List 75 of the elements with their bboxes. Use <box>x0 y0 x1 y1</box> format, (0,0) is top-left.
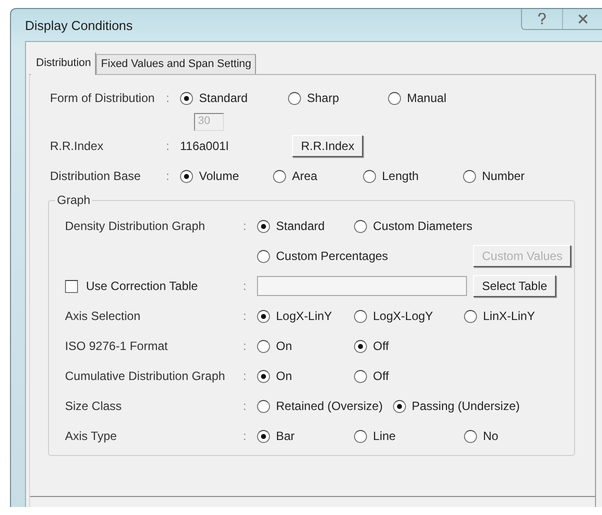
window-title: Display Conditions <box>25 18 133 32</box>
radio-button[interactable] <box>257 340 270 352</box>
radio-button[interactable] <box>257 400 270 412</box>
radio-option[interactable]: Volume <box>180 169 273 183</box>
radio-button[interactable] <box>463 170 476 182</box>
separator-colon: : <box>166 91 170 105</box>
radio-button[interactable] <box>257 310 270 322</box>
field-label: Axis Type <box>65 429 118 443</box>
radio-button[interactable] <box>464 430 477 442</box>
radio-option[interactable]: Area <box>273 169 363 183</box>
separator-colon: : <box>243 399 248 413</box>
radio-option[interactable]: On <box>257 339 354 353</box>
separator-colon: : <box>243 369 248 383</box>
radio-option[interactable]: Custom Diameters <box>354 219 482 233</box>
radio-button[interactable] <box>464 310 477 322</box>
radio-option[interactable]: No <box>464 429 554 443</box>
group-title: Graph <box>56 193 92 207</box>
radio-option[interactable]: Line <box>354 429 464 443</box>
radio-button[interactable] <box>257 430 270 442</box>
radio-option[interactable]: On <box>257 369 354 383</box>
radio-option[interactable]: Passing (Undersize) <box>392 399 530 413</box>
tab[interactable]: Fixed Values and Span Setting <box>96 54 256 74</box>
radio-option[interactable]: Retained (Oversize) <box>257 399 393 413</box>
radio-button[interactable] <box>363 170 376 182</box>
radio-option[interactable]: Off <box>354 369 464 383</box>
radio-button[interactable] <box>257 220 270 232</box>
separator-colon: : <box>243 339 248 353</box>
radio-option[interactable]: Bar <box>257 429 354 443</box>
radio-button[interactable] <box>180 170 193 182</box>
tab[interactable]: Distribution <box>31 52 96 75</box>
select-table-button[interactable]: Select Table <box>473 275 556 297</box>
radio-option[interactable]: Number <box>463 169 553 183</box>
field-label: Form of Distribution <box>50 91 156 105</box>
radio-button[interactable] <box>288 92 301 104</box>
help-icon <box>537 13 547 25</box>
radio-button[interactable] <box>257 370 270 382</box>
table-field[interactable] <box>257 276 467 296</box>
radio-option[interactable]: LogX-LogY <box>354 309 464 323</box>
radio-option[interactable]: LinX-LinY <box>464 309 554 323</box>
radio-button[interactable] <box>257 250 270 262</box>
separator-colon: : <box>243 429 248 443</box>
checkbox-option[interactable]: Use Correction Table <box>65 279 243 293</box>
separator-colon: : <box>243 279 248 293</box>
radio-button[interactable] <box>354 340 367 352</box>
field-label: ISO 9276-1 Format <box>65 339 169 353</box>
rr-index-button[interactable]: R.R.Index <box>292 135 364 157</box>
separator-colon: : <box>166 139 170 153</box>
radio-button[interactable] <box>354 310 367 322</box>
field-label: Distribution Base <box>50 169 142 183</box>
radio-button[interactable] <box>388 92 401 104</box>
separator-colon: : <box>243 309 248 323</box>
field-label: Size Class <box>65 399 123 413</box>
radio-option[interactable]: Off <box>354 339 464 353</box>
radio-option[interactable]: Custom Percentages <box>257 249 473 263</box>
field-label: R.R.Index <box>50 139 104 153</box>
radio-button[interactable] <box>273 170 286 182</box>
radio-option[interactable]: LogX-LinY <box>257 309 354 323</box>
radio-option[interactable]: Sharp <box>288 91 388 105</box>
separator-colon: : <box>243 219 248 233</box>
index-value: 116a001l <box>180 139 230 153</box>
field-label: Density Distribution Graph <box>65 219 206 233</box>
radio-button[interactable] <box>392 400 406 412</box>
radio-option[interactable]: Manual <box>388 91 478 105</box>
close-icon <box>578 14 588 24</box>
field-label: Cumulative Distribution Graph <box>65 369 226 383</box>
radio-option[interactable]: Length <box>363 169 463 183</box>
separator-colon: : <box>166 169 170 183</box>
checkbox[interactable] <box>65 280 78 292</box>
radio-button[interactable] <box>354 220 367 232</box>
radio-button[interactable] <box>354 430 367 442</box>
radio-button[interactable] <box>354 370 367 382</box>
field-label: Axis Selection <box>65 309 142 323</box>
radio-button[interactable] <box>180 92 193 104</box>
radio-option[interactable]: Standard <box>257 219 354 233</box>
radio-option[interactable]: Standard <box>180 91 288 105</box>
